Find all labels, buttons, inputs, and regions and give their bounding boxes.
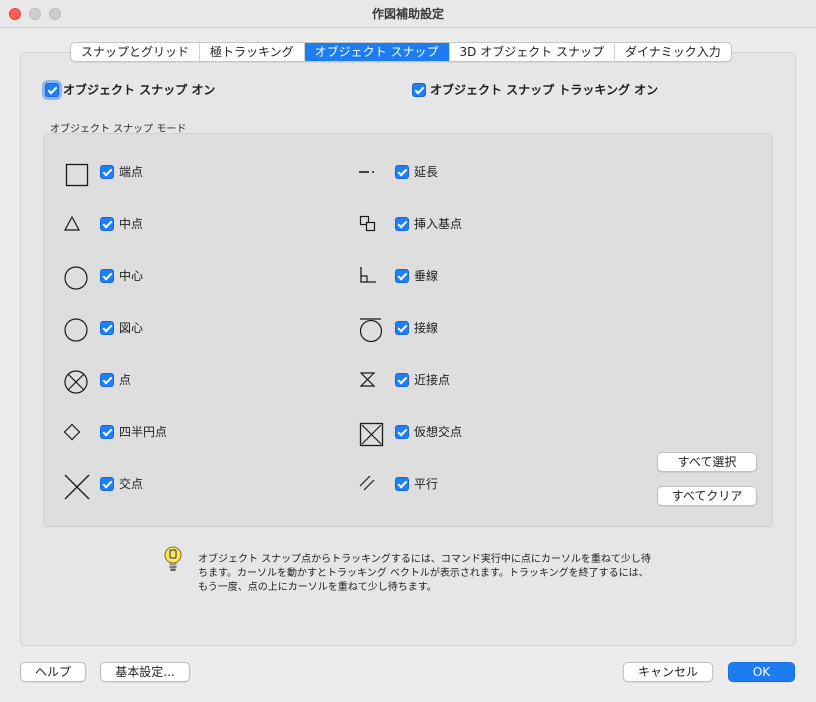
lightbulb-icon (164, 546, 182, 571)
quadrant-checkbox[interactable] (100, 425, 114, 439)
tab-3d-object-snap[interactable]: 3D オブジェクト スナップ (450, 43, 616, 61)
node-label: 点 (119, 373, 132, 387)
minimize-window-button[interactable] (29, 8, 41, 20)
nearest-label: 近接点 (414, 373, 451, 387)
center-label: 中心 (119, 269, 144, 283)
ok-button[interactable]: OK (728, 662, 795, 682)
tab-bar: スナップとグリッド 極トラッキング オブジェクト スナップ 3D オブジェクト … (70, 42, 732, 62)
center-checkbox[interactable] (100, 269, 114, 283)
parallel-label: 平行 (414, 477, 439, 491)
nearest-checkbox[interactable] (395, 373, 409, 387)
help-button[interactable]: ヘルプ (20, 662, 86, 682)
tab-dynamic-input[interactable]: ダイナミック入力 (615, 43, 731, 61)
clear-all-button[interactable]: すべてクリア (657, 486, 757, 506)
node-icon (64, 370, 88, 394)
quadrant-label: 四半円点 (119, 425, 168, 439)
cancel-button[interactable]: キャンセル (623, 662, 713, 682)
apparent-intersection-label: 仮想交点 (414, 425, 463, 439)
insertion-icon (359, 215, 376, 232)
basic-settings-button[interactable]: 基本設定... (100, 662, 190, 682)
tab-object-snap[interactable]: オブジェクト スナップ (304, 43, 450, 61)
osnap-on-label: オブジェクト スナップ オン (63, 83, 216, 97)
tracking-info-text: オブジェクト スナップ点からトラッキングするには、コマンド実行中に点にカーソルを… (198, 554, 651, 593)
osnap-on-checkbox[interactable] (45, 83, 59, 97)
tab-snap-grid[interactable]: スナップとグリッド (71, 43, 201, 61)
insertion-label: 挿入基点 (414, 217, 463, 231)
title-bar: 作図補助設定 (0, 0, 816, 28)
apparent-intersection-icon (359, 422, 384, 447)
parallel-icon (359, 475, 375, 491)
select-all-button[interactable]: すべて選択 (657, 452, 757, 472)
centroid-checkbox[interactable] (100, 321, 114, 335)
drafting-settings-dialog: 作図補助設定 スナップとグリッド 極トラッキング オブジェクト スナップ 3D … (0, 0, 816, 702)
apparent-intersection-checkbox[interactable] (395, 425, 409, 439)
intersection-checkbox[interactable] (100, 477, 114, 491)
extension-icon (359, 171, 374, 173)
tangent-label: 接線 (414, 321, 439, 335)
tangent-checkbox[interactable] (395, 321, 409, 335)
osnap-tracking-on-label: オブジェクト スナップ トラッキング オン (430, 83, 659, 97)
maximize-window-button[interactable] (49, 8, 61, 20)
window-title: 作図補助設定 (371, 7, 444, 21)
center-icon (64, 266, 88, 290)
endpoint-checkbox[interactable] (100, 165, 114, 179)
parallel-checkbox[interactable] (395, 477, 409, 491)
extension-checkbox[interactable] (395, 165, 409, 179)
close-window-button[interactable] (9, 8, 21, 20)
midpoint-label: 中点 (119, 217, 144, 231)
node-checkbox[interactable] (100, 373, 114, 387)
centroid-icon (64, 318, 88, 342)
osnap-tracking-on-checkbox[interactable] (412, 83, 426, 97)
endpoint-label: 端点 (119, 165, 144, 179)
extension-label: 延長 (414, 165, 439, 179)
perpendicular-label: 垂線 (414, 269, 439, 283)
perpendicular-checkbox[interactable] (395, 269, 409, 283)
endpoint-icon (65, 163, 89, 187)
midpoint-checkbox[interactable] (100, 217, 114, 231)
quadrant-icon (63, 423, 81, 441)
midpoint-icon (63, 215, 81, 231)
nearest-icon (359, 372, 376, 387)
centroid-label: 図心 (119, 321, 144, 335)
intersection-label: 交点 (119, 477, 144, 491)
insertion-checkbox[interactable] (395, 217, 409, 231)
tab-polar-tracking[interactable]: 極トラッキング (200, 43, 305, 61)
perpendicular-icon (360, 267, 376, 283)
intersection-icon (64, 474, 90, 500)
tangent-icon (359, 318, 383, 343)
